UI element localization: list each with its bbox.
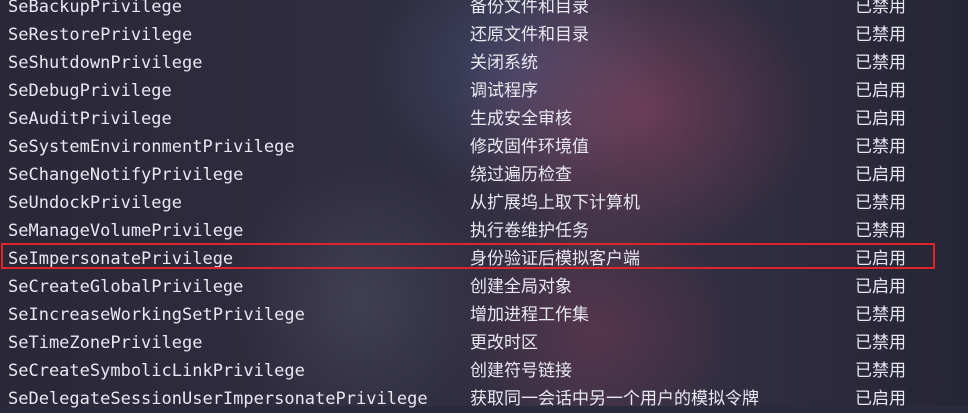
privilege-state: 已启用 [855, 277, 906, 297]
privilege-state: 已禁用 [855, 53, 906, 73]
privilege-row: SeChangeNotifyPrivilege 绕过遍历检查 已启用 [0, 161, 968, 189]
privilege-state: 已禁用 [855, 361, 906, 381]
privilege-description: 更改时区 [470, 333, 538, 353]
privilege-state: 已启用 [855, 165, 906, 185]
privilege-description: 绕过遍历检查 [470, 165, 572, 185]
privilege-description: 调试程序 [470, 81, 538, 101]
privilege-row: SeTimeZonePrivilege 更改时区 已禁用 [0, 329, 968, 357]
privilege-state: 已禁用 [855, 0, 906, 17]
privilege-description: 创建全局对象 [470, 277, 572, 297]
privilege-row: SeManageVolumePrivilege 执行卷维护任务 已禁用 [0, 217, 968, 245]
privilege-name: SeRestorePrivilege [8, 25, 193, 45]
privilege-name: SeBackupPrivilege [8, 0, 182, 17]
privilege-row: SeShutdownPrivilege 关闭系统 已禁用 [0, 49, 968, 77]
privilege-state: 已禁用 [855, 305, 906, 325]
privilege-table: SeBackupPrivilege 备份文件和目录 已禁用 SeRestoreP… [0, 0, 968, 413]
privilege-name: SeDebugPrivilege [8, 81, 172, 101]
privilege-state: 已禁用 [855, 137, 906, 157]
privilege-name: SeUndockPrivilege [8, 193, 182, 213]
privilege-row: SeCreateSymbolicLinkPrivilege 创建符号链接 已禁用 [0, 357, 968, 385]
privilege-name: SeChangeNotifyPrivilege [8, 165, 244, 185]
privilege-row: SeAuditPrivilege 生成安全审核 已启用 [0, 105, 968, 133]
privilege-name: SeShutdownPrivilege [8, 53, 203, 73]
privilege-row: SeDelegateSessionUserImpersonatePrivileg… [0, 385, 968, 413]
privilege-row: SeSystemEnvironmentPrivilege 修改固件环境值 已禁用 [0, 133, 968, 161]
privilege-row: SeCreateGlobalPrivilege 创建全局对象 已启用 [0, 273, 968, 301]
privilege-state: 已禁用 [855, 221, 906, 241]
privilege-description: 增加进程工作集 [470, 305, 589, 325]
privilege-name: SeManageVolumePrivilege [8, 221, 244, 241]
privilege-name: SeCreateGlobalPrivilege [8, 277, 244, 297]
privilege-row: SeIncreaseWorkingSetPrivilege 增加进程工作集 已禁… [0, 301, 968, 329]
privilege-name: SeTimeZonePrivilege [8, 333, 203, 353]
privilege-row: SeBackupPrivilege 备份文件和目录 已禁用 [0, 0, 968, 21]
privilege-name: SeAuditPrivilege [8, 109, 172, 129]
privilege-name: SeIncreaseWorkingSetPrivilege [8, 305, 305, 325]
privilege-row: SeRestorePrivilege 还原文件和目录 已禁用 [0, 21, 968, 49]
privilege-description: 执行卷维护任务 [470, 221, 589, 241]
privilege-description: 从扩展坞上取下计算机 [470, 193, 640, 213]
privilege-name: SeCreateSymbolicLinkPrivilege [8, 361, 305, 381]
privilege-state: 已启用 [855, 81, 906, 101]
highlight-box [1, 243, 935, 269]
privilege-description: 生成安全审核 [470, 109, 572, 129]
privilege-description: 创建符号链接 [470, 361, 572, 381]
privilege-row: SeDebugPrivilege 调试程序 已启用 [0, 77, 968, 105]
privilege-state: 已禁用 [855, 193, 906, 213]
privilege-state: 已禁用 [855, 25, 906, 45]
privilege-name: SeSystemEnvironmentPrivilege [8, 137, 295, 157]
privilege-state: 已禁用 [855, 333, 906, 353]
privilege-description: 修改固件环境值 [470, 137, 589, 157]
privilege-description: 还原文件和目录 [470, 25, 589, 45]
privilege-description: 备份文件和目录 [470, 0, 589, 17]
privilege-row: SeUndockPrivilege 从扩展坞上取下计算机 已禁用 [0, 189, 968, 217]
privilege-description: 关闭系统 [470, 53, 538, 73]
privilege-description: 获取同一会话中另一个用户的模拟令牌 [470, 389, 759, 409]
privilege-state: 已启用 [855, 109, 906, 129]
privilege-state: 已启用 [855, 389, 906, 409]
privilege-name: SeDelegateSessionUserImpersonatePrivileg… [8, 389, 428, 409]
